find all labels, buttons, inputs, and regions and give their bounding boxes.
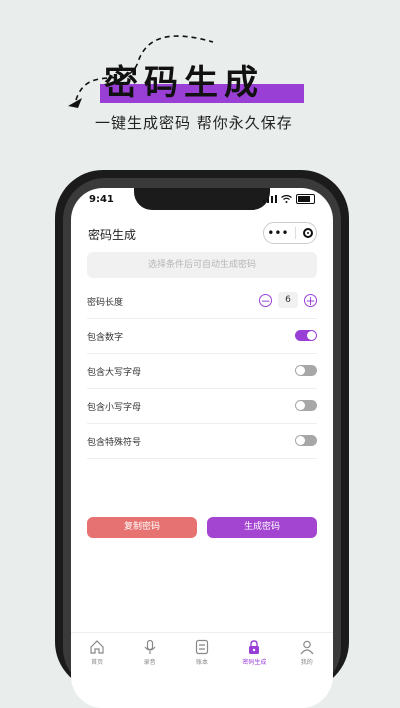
option-label: 包含数字 [87, 333, 124, 343]
wifi-icon [281, 195, 292, 203]
option-label: 包含小写字母 [87, 403, 142, 413]
capsule-divider [295, 227, 297, 239]
home-icon [90, 640, 104, 654]
mic-icon [144, 639, 156, 654]
length-stepper: − 6 + [259, 292, 317, 308]
tab-bar: 首页 录音 账本 密码生成 我的 [71, 632, 333, 677]
battery-icon [296, 194, 315, 204]
option-label: 包含大写字母 [87, 368, 142, 378]
option-label: 包含特殊符号 [87, 438, 142, 448]
length-value[interactable]: 6 [278, 292, 298, 308]
promo-subtitle: 一键生成密码 帮你永久保存 [95, 114, 293, 132]
option-row-symbols: 包含特殊符号 [87, 424, 317, 459]
ledger-icon [195, 639, 209, 655]
phone-notch [134, 188, 270, 210]
tab-record[interactable]: 录音 [130, 633, 170, 677]
tab-profile[interactable]: 我的 [287, 633, 327, 677]
option-row-digits: 包含数字 [87, 319, 317, 354]
option-row-uppercase: 包含大写字母 [87, 354, 317, 389]
phone-frame: 9:41 密码生成 ••• 选择条件后可自动生成密码 密码长度 − 6 + 包含… [55, 170, 349, 708]
tab-ledger[interactable]: 账本 [182, 633, 222, 677]
promo-title: 密码生成 [100, 62, 304, 104]
user-icon [300, 640, 314, 655]
tab-label: 录音 [143, 659, 156, 666]
length-row: 密码长度 − 6 + [87, 284, 317, 319]
tab-label: 我的 [300, 659, 313, 666]
tab-home[interactable]: 首页 [77, 633, 117, 677]
lock-icon [249, 640, 260, 654]
generate-password-button[interactable]: 生成密码 [207, 517, 317, 538]
promo-title-text: 密码生成 [104, 63, 264, 103]
tab-password-generator[interactable]: 密码生成 [234, 633, 274, 677]
digits-toggle[interactable] [295, 330, 317, 341]
mini-program-capsule[interactable]: ••• [263, 222, 317, 244]
option-row-lowercase: 包含小写字母 [87, 389, 317, 424]
copy-password-button[interactable]: 复制密码 [87, 517, 197, 538]
length-label: 密码长度 [87, 298, 124, 308]
tab-label: 首页 [91, 659, 104, 666]
lowercase-toggle[interactable] [295, 400, 317, 411]
more-options-icon[interactable]: ••• [267, 226, 288, 240]
status-time: 9:41 [89, 194, 114, 205]
promo-banner: 密码生成 一键生成密码 帮你永久保存 [0, 0, 400, 175]
app-screen: 9:41 密码生成 ••• 选择条件后可自动生成密码 密码长度 − 6 + 包含… [71, 188, 333, 708]
uppercase-toggle[interactable] [295, 365, 317, 376]
increase-button[interactable]: + [304, 293, 317, 307]
password-result-field[interactable]: 选择条件后可自动生成密码 [87, 252, 317, 278]
decrease-button[interactable]: − [259, 293, 272, 307]
tab-label: 密码生成 [242, 659, 267, 666]
page-title: 密码生成 [88, 228, 137, 242]
symbols-toggle[interactable] [295, 435, 317, 446]
status-icons [263, 194, 315, 204]
tab-label: 账本 [195, 659, 208, 666]
signal-icon [263, 195, 277, 203]
close-target-icon[interactable] [302, 228, 313, 238]
